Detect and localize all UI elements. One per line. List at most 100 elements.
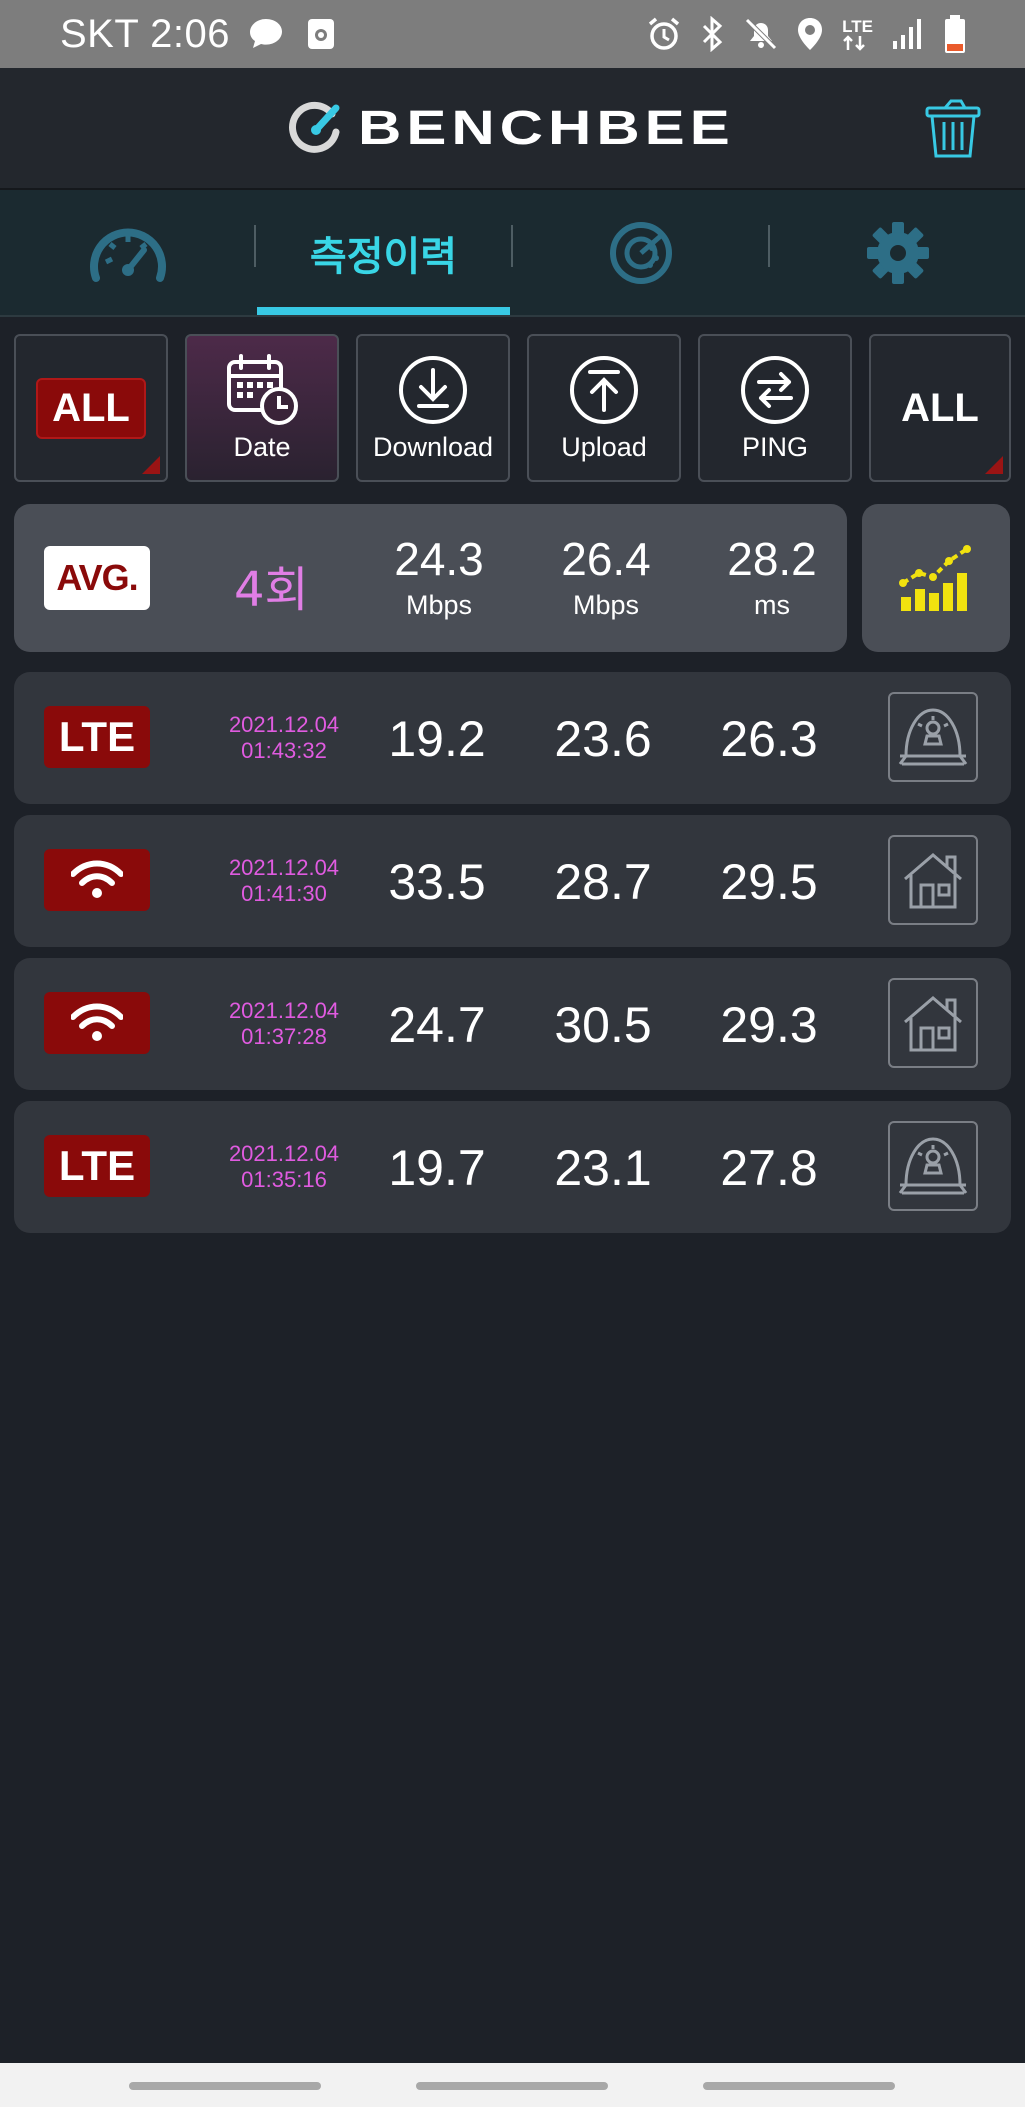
trash-icon [925,99,981,158]
place-type-button[interactable] [888,692,978,782]
bar-chart-icon [899,545,971,611]
sort-upload-button[interactable]: Upload [527,334,681,482]
network-indicator: LTE [842,18,873,51]
test-date: 2021.12.04 [228,712,340,737]
avg-ping: 28.2 ms [702,532,842,621]
test-time: 01:35:16 [241,1167,327,1192]
place-type-button[interactable] [888,835,978,925]
avg-ping-value: 28.2 [727,533,817,585]
place-filter-label: ALL [901,385,979,430]
bluetooth-icon [703,16,723,52]
dropdown-corner-icon [985,456,1003,474]
filter-bar: ALL Date Download Upload PING ALL [14,334,1011,486]
network-filter-label: ALL [36,377,146,439]
benchbee-logo-icon [289,101,340,153]
data-arrows-icon [843,34,866,51]
wifi-icon [71,1003,123,1041]
avg-download: 24.3 Mbps [369,532,509,621]
ping-value: 27.8 [720,1140,818,1196]
sort-date-button[interactable]: Date [185,334,339,482]
carrier-time: SKT 2:06 [60,11,231,56]
test-count: 4회 [234,562,309,618]
network-type-badge [44,849,150,911]
history-row[interactable]: LTE 2021.12.04 01:43:32 19.2 23.6 26.3 [14,672,1011,804]
status-bar: SKT 2:06 LTE [0,0,1025,68]
network-filter-button[interactable]: ALL [14,334,168,482]
radar-icon [609,221,672,284]
outdoor-tent-icon [898,708,968,766]
network-type-badge: LTE [44,1135,150,1197]
tab-coverage[interactable] [513,190,768,315]
delete-history-button[interactable] [923,98,983,160]
benchbee-logo: BENCHBEE [288,98,730,158]
history-row[interactable]: 2021.12.04 01:37:28 24.7 30.5 29.3 [14,958,1011,1090]
alarm-icon [649,17,680,50]
average-summary: AVG. 4회 24.3 Mbps 26.4 Mbps 28.2 ms [14,504,847,652]
download-value: 19.2 [388,711,486,767]
location-icon [798,18,823,50]
place-type-button[interactable] [888,978,978,1068]
test-date: 2021.12.04 [228,1141,340,1166]
mute-icon [745,18,777,50]
sort-upload-label: Upload [561,431,647,462]
tab-history-label: 측정이력 [309,233,458,280]
test-datetime: 2021.12.04 01:37:28 [194,998,374,1050]
download-value: 33.5 [388,854,486,910]
place-filter-button[interactable]: ALL [869,334,1011,482]
avg-download-unit: Mbps [405,590,473,620]
home-icon [904,853,962,909]
history-row[interactable]: LTE 2021.12.04 01:35:16 19.7 23.1 27.8 [14,1101,1011,1233]
sort-ping-button[interactable]: PING [698,334,852,482]
home-icon [904,996,962,1052]
sort-ping-label: PING [741,431,808,462]
network-type-label: LTE [58,1142,136,1189]
avg-upload: 26.4 Mbps [536,532,676,621]
download-value: 19.7 [388,1140,486,1196]
speedometer-icon [89,228,166,282]
test-datetime: 2021.12.04 01:43:32 [194,712,374,764]
tab-settings[interactable] [770,190,1025,315]
ping-icon [741,355,809,424]
outdoor-tent-icon [898,1137,968,1195]
avg-download-value: 24.3 [394,533,484,585]
avg-badge: AVG. [44,546,150,610]
gallery-icon [308,19,335,49]
test-date: 2021.12.04 [228,998,340,1023]
network-type-badge [44,992,150,1054]
ping-value: 29.3 [720,997,818,1053]
sort-date-label: Date [233,431,291,462]
nav-back-button[interactable] [703,2082,895,2090]
upload-value: 23.1 [554,1140,652,1196]
upload-value: 28.7 [554,854,652,910]
avg-upload-unit: Mbps [572,590,640,620]
tab-history[interactable]: 측정이력 [257,190,510,315]
sort-download-label: Download [372,431,494,462]
stats-chart-button[interactable] [862,504,1010,652]
place-type-button[interactable] [888,1121,978,1211]
gear-icon [866,221,929,284]
signal-icon [893,19,921,49]
nav-home-button[interactable] [416,2082,608,2090]
app-header: BENCHBEE [0,68,1025,190]
upload-value: 30.5 [554,997,652,1053]
ping-value: 29.5 [720,854,818,910]
network-type-badge: LTE [44,706,150,768]
calendar-clock-icon [227,353,298,425]
sort-download-button[interactable]: Download [356,334,510,482]
network-type-label: LTE [58,713,136,760]
nav-recents-button[interactable] [129,2082,321,2090]
tab-speedtest[interactable] [0,190,255,315]
test-time: 01:41:30 [241,881,327,906]
test-time: 01:43:32 [241,738,327,763]
download-icon [399,355,467,424]
ping-value: 26.3 [720,711,818,767]
test-datetime: 2021.12.04 01:41:30 [194,855,374,907]
history-row[interactable]: 2021.12.04 01:41:30 33.5 28.7 29.5 [14,815,1011,947]
download-value: 24.7 [388,997,486,1053]
avg-upload-value: 26.4 [561,533,651,585]
brand-name: BENCHBEE [358,101,735,155]
wifi-icon [71,860,123,898]
tab-bar: 측정이력 [0,190,1025,317]
upload-icon [570,355,638,424]
chat-icon [250,19,283,48]
